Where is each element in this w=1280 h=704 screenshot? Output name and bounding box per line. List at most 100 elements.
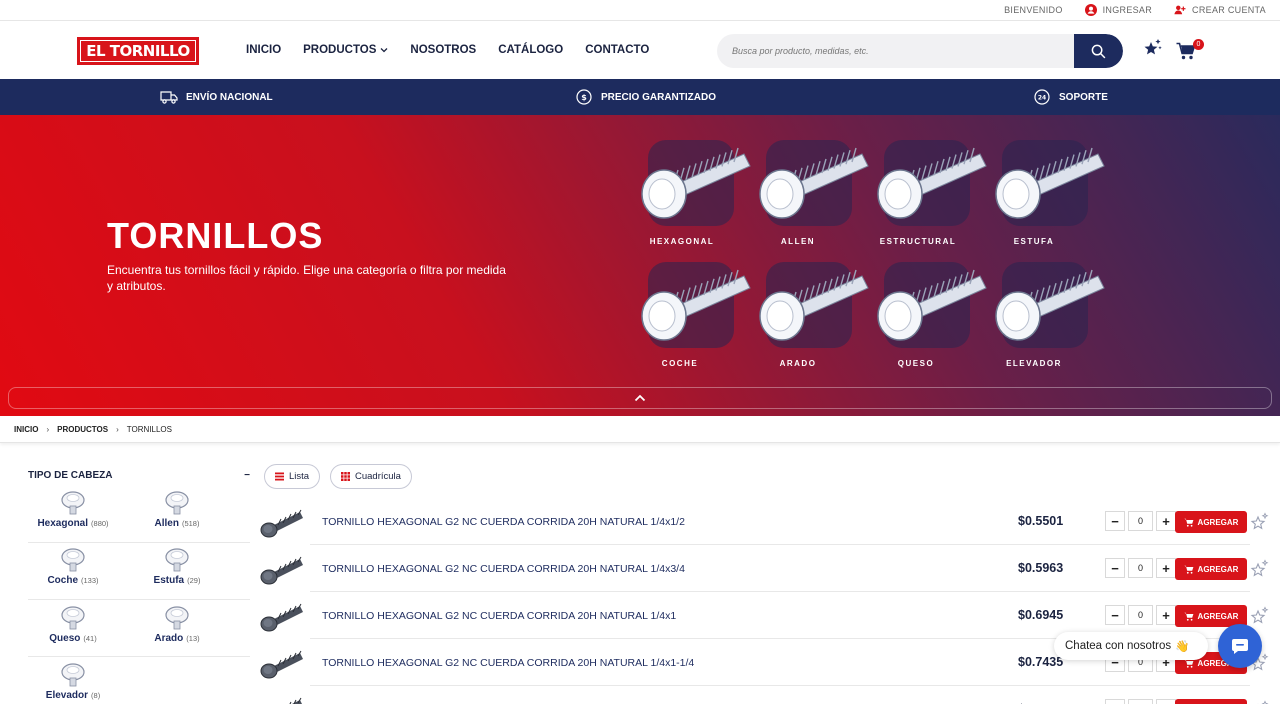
product-row: TORNILLO HEXAGONAL G2 NC CUERDA CORRIDA …	[260, 545, 1280, 592]
add-to-cart-button[interactable]: AGREGAR	[1175, 511, 1247, 533]
main-header: EL TORNILLO INICIO PRODUCTOS NOSOTROS CA…	[0, 21, 1280, 79]
wishlist-star-icon[interactable]	[1250, 559, 1270, 579]
category-label: ALLEN	[780, 237, 816, 246]
site-logo[interactable]: EL TORNILLO	[77, 37, 199, 65]
breadcrumb-products[interactable]: PRODUCTOS	[57, 425, 108, 434]
filter-title: TIPO DE CABEZA	[28, 470, 113, 481]
benefit-support-label: SOPORTE	[1059, 91, 1108, 103]
increase-quantity-button[interactable]: +	[1156, 699, 1176, 704]
filter-option-name: Estufa	[153, 575, 185, 586]
chat-label: Chatea con nosotros	[1065, 640, 1172, 652]
collapse-filter-icon[interactable]: −	[244, 470, 250, 481]
screw-hexagonal-icon	[641, 147, 751, 219]
filter-option-name: Allen	[154, 518, 179, 529]
filter-option-coche[interactable]: Coche (133)	[18, 548, 128, 586]
wishlist-star-icon[interactable]	[1250, 606, 1270, 626]
search-button[interactable]	[1074, 34, 1123, 68]
screw-coche-icon	[641, 269, 751, 341]
product-name[interactable]: TORNILLO HEXAGONAL G2 NC CUERDA CORRIDA …	[322, 657, 694, 669]
category-label: ELEVADOR	[1006, 359, 1062, 368]
breadcrumb-home[interactable]: INICIO	[14, 425, 38, 434]
quantity-input[interactable]: 0	[1128, 605, 1153, 625]
screw-head-icon	[61, 491, 85, 515]
screw-elevador-icon	[995, 269, 1105, 341]
increase-quantity-button[interactable]: +	[1156, 558, 1176, 578]
filter-option-queso[interactable]: Queso (41)	[18, 606, 128, 644]
nav-catalogo[interactable]: CATÁLOGO	[498, 44, 563, 56]
product-name[interactable]: TORNILLO HEXAGONAL G2 NC CUERDA CORRIDA …	[322, 563, 685, 575]
chat-prompt[interactable]: Chatea con nosotros 👋	[1054, 632, 1208, 660]
filter-option-name: Elevador	[45, 690, 89, 701]
category-label: COCHE	[661, 359, 699, 368]
product-price: $0.7435	[1018, 655, 1064, 669]
wishlist-star-icon[interactable]	[1250, 512, 1270, 532]
cart-icon	[1183, 565, 1193, 574]
screw-head-icon	[61, 663, 85, 687]
grid-view-label: Cuadrícula	[355, 471, 401, 482]
filter-option-allen[interactable]: Allen (518)	[122, 491, 232, 529]
quantity-input[interactable]: 0	[1128, 511, 1153, 531]
product-name[interactable]: TORNILLO HEXAGONAL G2 NC CUERDA CORRIDA …	[322, 610, 676, 622]
nav-nosotros[interactable]: NOSOTROS	[410, 44, 476, 56]
product-row: TORNILLO HEXAGONAL G2 NC CUERDA CORRIDA …	[260, 686, 1280, 704]
increase-quantity-button[interactable]: +	[1156, 605, 1176, 625]
decrease-quantity-button[interactable]: −	[1105, 699, 1125, 704]
breadcrumb: INICIO › PRODUCTOS › TORNILLOS	[0, 416, 1280, 443]
nav-contacto[interactable]: CONTACTO	[585, 44, 649, 56]
wishlist-button[interactable]	[1143, 38, 1163, 63]
product-thumbnail[interactable]	[260, 506, 304, 538]
breadcrumb-current: TORNILLOS	[126, 424, 172, 434]
decrease-quantity-button[interactable]: −	[1105, 558, 1125, 578]
filter-header[interactable]: TIPO DE CABEZA −	[28, 470, 250, 481]
search-input[interactable]	[717, 46, 1074, 56]
breadcrumb-separator: ›	[116, 424, 119, 434]
wave-emoji-icon: 👋	[1175, 641, 1190, 653]
decrease-quantity-button[interactable]: −	[1105, 511, 1125, 531]
product-content: TIPO DE CABEZA − Hexagonal (880) Allen (518…	[0, 443, 1280, 704]
category-label: HEXAGONAL	[649, 237, 715, 246]
add-to-cart-button[interactable]: AGREGAR	[1175, 558, 1247, 580]
filter-option-count: (29)	[187, 576, 201, 585]
login-link[interactable]: INGRESAR	[1084, 4, 1152, 16]
screw-estufa-icon	[995, 147, 1105, 219]
welcome-text: BIENVENIDO	[1004, 5, 1063, 15]
product-thumbnail[interactable]	[260, 600, 304, 632]
screw-head-icon	[165, 491, 189, 515]
list-view-button[interactable]: Lista	[264, 464, 321, 489]
product-price: $0.5963	[1018, 561, 1064, 575]
24h-icon: 24	[1034, 89, 1050, 105]
filter-option-name: Coche	[47, 575, 79, 586]
truck-icon	[160, 91, 178, 104]
chat-button[interactable]	[1218, 624, 1262, 668]
quantity-stepper: −0+	[1105, 699, 1176, 704]
nav-inicio[interactable]: INICIO	[246, 44, 281, 56]
chevron-up-icon	[634, 394, 646, 402]
list-view-label: Lista	[289, 471, 310, 482]
cart-count-badge: 0	[1193, 39, 1204, 50]
category-label: ESTUFA	[1013, 237, 1055, 246]
benefit-price-label: PRECIO GARANTIZADO	[601, 91, 716, 103]
filter-option-estufa[interactable]: Estufa (29)	[122, 548, 232, 586]
product-thumbnail[interactable]	[260, 647, 304, 679]
filter-option-arado[interactable]: Arado (13)	[122, 606, 232, 644]
filter-option-elevador[interactable]: Elevador (8)	[18, 663, 128, 701]
grid-view-button[interactable]: Cuadrícula	[330, 464, 412, 489]
grid-icon	[341, 472, 350, 481]
filter-option-count: (13)	[186, 634, 200, 643]
add-to-cart-button[interactable]: AGREGAR	[1175, 699, 1247, 704]
category-label: ESTRUCTURAL	[879, 237, 957, 246]
chevron-down-icon	[380, 48, 388, 53]
filter-option-hexagonal[interactable]: Hexagonal (880)	[18, 491, 128, 529]
quantity-input[interactable]: 0	[1128, 699, 1153, 704]
quantity-input[interactable]: 0	[1128, 558, 1153, 578]
product-thumbnail[interactable]	[260, 553, 304, 585]
product-name[interactable]: TORNILLO HEXAGONAL G2 NC CUERDA CORRIDA …	[322, 516, 685, 528]
increase-quantity-button[interactable]: +	[1156, 511, 1176, 531]
create-account-link[interactable]: CREAR CUENTA	[1174, 4, 1266, 16]
collapse-hero-button[interactable]	[8, 387, 1272, 409]
product-thumbnail[interactable]	[260, 694, 304, 704]
utility-bar: BIENVENIDO INGRESAR CREAR CUENTA	[0, 0, 1280, 21]
decrease-quantity-button[interactable]: −	[1105, 605, 1125, 625]
wishlist-star-icon[interactable]	[1250, 700, 1270, 704]
nav-productos[interactable]: PRODUCTOS	[303, 44, 388, 56]
